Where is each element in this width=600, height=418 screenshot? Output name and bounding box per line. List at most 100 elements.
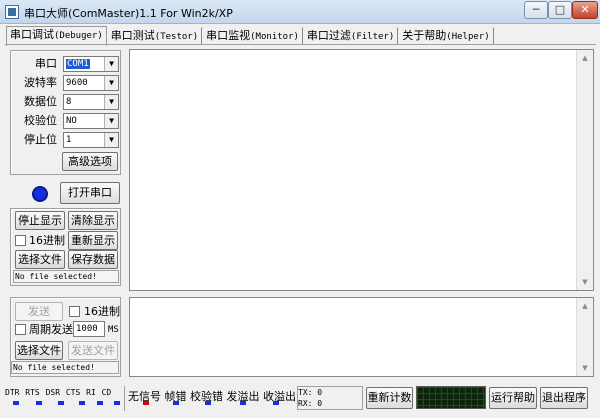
title-bar: 串口大师(ComMaster)1.1 For Win2k/XP ─ □ ✕ <box>0 0 600 24</box>
signal-indicator <box>79 401 85 405</box>
period-unit: MS <box>108 325 119 335</box>
receive-hex-label: 16进制 <box>29 234 65 247</box>
app-icon <box>5 5 19 19</box>
chevron-down-icon[interactable]: ▼ <box>104 95 118 109</box>
choose-send-file-button[interactable]: 选择文件 <box>15 341 63 360</box>
databits-select[interactable]: 8 ▼ <box>63 94 119 110</box>
chevron-down-icon[interactable]: ▼ <box>104 114 118 128</box>
chevron-down-icon[interactable]: ▼ <box>104 57 118 71</box>
period-value: 1000 <box>76 324 98 334</box>
periodic-send-label: 周期发送 <box>29 323 73 336</box>
open-port-button[interactable]: 打开串口 <box>60 182 120 204</box>
tab-label: 串口过滤 <box>306 29 351 42</box>
receive-textarea[interactable]: ▲ ▼ <box>129 49 594 291</box>
signal-cts: CTS <box>65 388 81 397</box>
exit-button[interactable]: 退出程序 <box>540 387 588 409</box>
port-select[interactable]: COM1 ▼ <box>63 56 119 72</box>
send-textarea[interactable]: ▲ ▼ <box>129 297 594 377</box>
tab-filter[interactable]: 串口过滤(Filter) <box>303 27 399 45</box>
stopbits-select[interactable]: 1 ▼ <box>63 132 119 148</box>
error-indicator <box>205 401 211 405</box>
send-hex-checkbox[interactable] <box>69 306 80 317</box>
tab-label: 串口测试 <box>110 29 155 42</box>
receive-scrollbar[interactable]: ▲ ▼ <box>576 50 593 290</box>
databits-label: 数据位 <box>24 95 57 108</box>
signal-indicator <box>13 401 19 405</box>
send-file-status: No file selected! <box>11 361 119 374</box>
stop-display-button[interactable]: 停止显示 <box>15 211 65 230</box>
baud-value: 9600 <box>66 78 88 88</box>
tab-debuger[interactable]: 串口调试(Debuger) <box>6 26 107 46</box>
scroll-up-icon[interactable]: ▲ <box>577 298 593 314</box>
stopbits-value: 1 <box>66 135 72 145</box>
window-title: 串口大师(ComMaster)1.1 For Win2k/XP <box>24 7 233 20</box>
tab-label: 串口调试 <box>10 28 54 41</box>
signal-labels: DTR RTS DSR CTS RI CD <box>5 388 111 397</box>
tab-label: 关于帮助 <box>402 29 447 42</box>
tab-sublabel: (Filter) <box>350 32 395 42</box>
tab-sublabel: (Testor) <box>154 32 199 42</box>
reset-counter-button[interactable]: 重新计数 <box>366 387 413 409</box>
send-hex-label: 16进制 <box>84 305 120 318</box>
signal-rts: RTS <box>25 388 40 397</box>
error-indicator <box>143 401 149 405</box>
port-value: COM1 <box>66 59 90 69</box>
tab-sublabel: (Monitor) <box>250 32 299 42</box>
traffic-scope <box>416 386 486 409</box>
signal-cd: CD <box>101 388 112 397</box>
receive-file-status: No file selected! <box>13 270 119 283</box>
error-rx-overflow: 收溢出 <box>263 390 296 403</box>
error-indicator <box>173 401 179 405</box>
baud-select[interactable]: 9600 ▼ <box>63 75 119 91</box>
scroll-up-icon[interactable]: ▲ <box>577 50 593 66</box>
tab-bar: 串口调试(Debuger) 串口测试(Testor) 串口监视(Monitor)… <box>6 26 494 46</box>
baud-label: 波特率 <box>24 76 57 89</box>
tab-label: 串口监视 <box>206 29 251 42</box>
save-data-button[interactable]: 保存数据 <box>68 250 118 269</box>
signal-indicator <box>58 401 64 405</box>
signal-dsr: DSR <box>45 388 61 397</box>
signal-indicator <box>114 401 120 405</box>
rx-counter: RX: 0 <box>298 399 323 408</box>
send-file-button[interactable]: 发送文件 <box>68 341 118 360</box>
parity-select[interactable]: NO ▼ <box>63 113 119 129</box>
period-input[interactable]: 1000 <box>73 321 105 337</box>
clear-display-button[interactable]: 清除显示 <box>68 211 118 230</box>
send-button[interactable]: 发送 <box>15 302 63 321</box>
status-separator <box>124 386 125 411</box>
send-scrollbar[interactable]: ▲ ▼ <box>576 298 593 376</box>
tab-testor[interactable]: 串口测试(Testor) <box>107 27 203 45</box>
choose-receive-file-button[interactable]: 选择文件 <box>15 250 65 269</box>
error-indicator <box>273 401 279 405</box>
signal-indicator <box>36 401 42 405</box>
maximize-button[interactable]: □ <box>548 1 572 19</box>
minimize-button[interactable]: ─ <box>524 1 548 19</box>
help-button[interactable]: 运行帮助 <box>489 387 537 409</box>
signal-indicator <box>97 401 103 405</box>
tx-counter: TX: 0 <box>298 388 323 397</box>
parity-value: NO <box>66 116 77 126</box>
advanced-options-button[interactable]: 高级选项 <box>62 152 118 171</box>
redisplay-button[interactable]: 重新显示 <box>68 231 118 250</box>
receive-hex-checkbox[interactable] <box>15 235 26 246</box>
tab-helper[interactable]: 关于帮助(Helper) <box>398 27 494 45</box>
periodic-send-checkbox[interactable] <box>15 324 26 335</box>
tab-sublabel: (Debuger) <box>54 31 103 41</box>
tab-monitor[interactable]: 串口监视(Monitor) <box>202 27 303 45</box>
port-settings-group: 串口 COM1 ▼ 波特率 9600 ▼ 数据位 8 ▼ 校验位 NO ▼ 停止位 1 ▼… <box>10 50 121 175</box>
port-label: 串口 <box>35 57 57 70</box>
parity-label: 校验位 <box>24 114 57 127</box>
error-indicator <box>240 401 246 405</box>
chevron-down-icon[interactable]: ▼ <box>104 76 118 90</box>
tab-panel-border <box>5 44 596 46</box>
port-status-led <box>32 186 48 202</box>
databits-value: 8 <box>66 97 72 107</box>
close-button[interactable]: ✕ <box>572 1 598 19</box>
error-labels: 无信号 帧错 校验错 发溢出 收溢出 <box>128 388 296 404</box>
tab-sublabel: (Helper) <box>446 32 490 42</box>
signal-dtr: DTR <box>5 388 20 397</box>
chevron-down-icon[interactable]: ▼ <box>104 133 118 147</box>
signal-ri: RI <box>86 388 96 397</box>
scroll-down-icon[interactable]: ▼ <box>577 360 593 376</box>
scroll-down-icon[interactable]: ▼ <box>577 274 593 290</box>
